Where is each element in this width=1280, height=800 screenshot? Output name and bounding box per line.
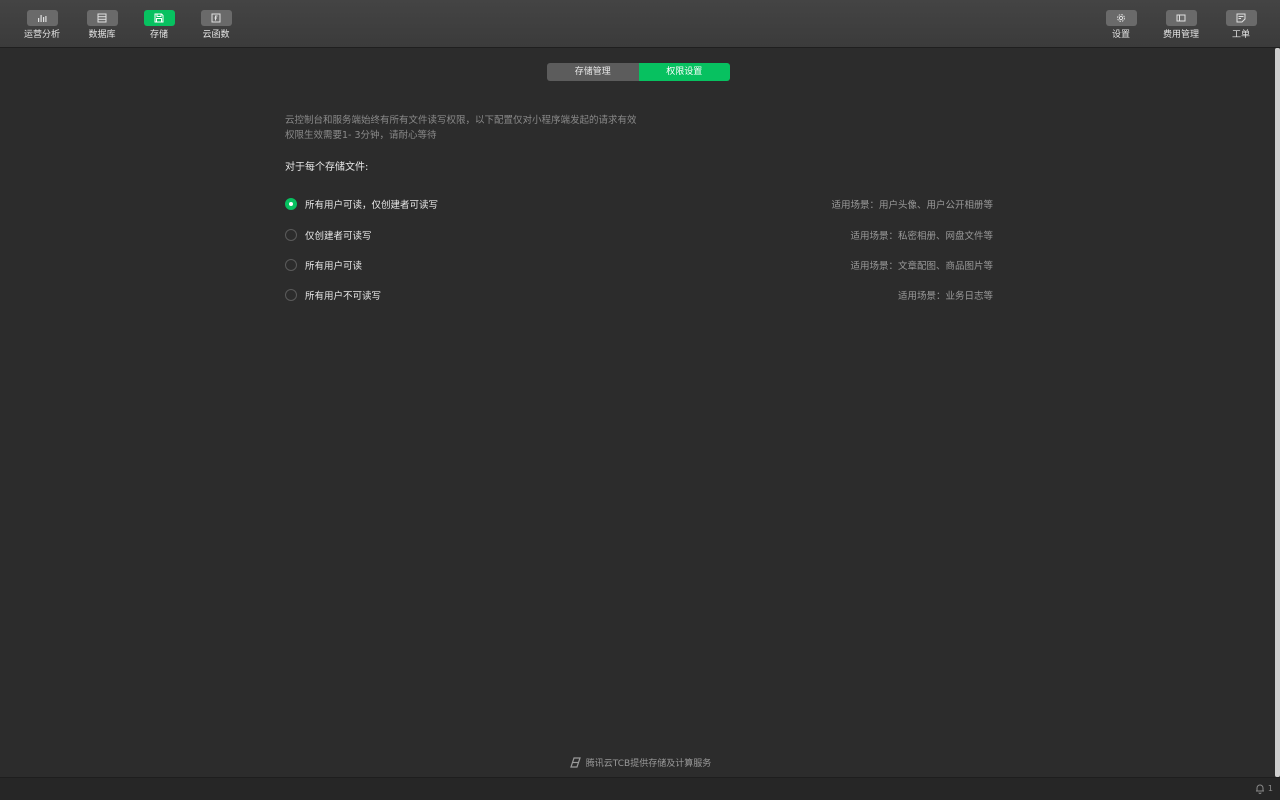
permission-description: 云控制台和服务端始终有所有文件读写权限，以下配置仅对小程序端发起的请求有效 权限… (285, 113, 637, 143)
ticket-icon (1225, 10, 1257, 26)
description-line-1: 云控制台和服务端始终有所有文件读写权限，以下配置仅对小程序端发起的请求有效 (285, 115, 637, 126)
toolbar: 运营分析 数据库 存储 云函数 设置 费用管理 工单 (0, 0, 1280, 48)
footer-text: 腾讯云TCB提供存储及计算服务 (585, 758, 712, 769)
description-line-2: 权限生效需要1- 3分钟，请耐心等待 (285, 130, 437, 141)
gear-icon (1105, 10, 1137, 26)
option-hint: 适用场景：私密相册、网盘文件等 (850, 231, 993, 242)
permission-option-no-access[interactable]: 所有用户不可读写 适用场景：业务日志等 (285, 287, 993, 303)
toolbar-database-label: 数据库 (88, 30, 116, 40)
permission-option-creator-only[interactable]: 仅创建者可读写 适用场景：私密相册、网盘文件等 (285, 227, 993, 243)
wallet-icon (1165, 10, 1197, 26)
database-icon (86, 10, 118, 26)
toolbar-storage-button[interactable]: 存储 (139, 10, 179, 41)
toolbar-database-button[interactable]: 数据库 (82, 10, 122, 41)
toolbar-ticket-button[interactable]: 工单 (1221, 10, 1261, 41)
scrollbar-thumb[interactable] (1275, 48, 1280, 777)
toolbar-cloudfn-button[interactable]: 云函数 (196, 10, 236, 41)
bell-icon (1255, 784, 1264, 794)
toolbar-cloudfn-label: 云函数 (202, 30, 230, 40)
toolbar-analytics-button[interactable]: 运营分析 (22, 10, 62, 41)
toolbar-billing-button[interactable]: 费用管理 (1161, 10, 1201, 41)
bar-chart-icon (26, 10, 58, 26)
radio-button[interactable] (285, 289, 297, 301)
option-hint: 适用场景：业务日志等 (897, 291, 993, 302)
tencent-cloud-icon (569, 756, 581, 768)
permission-option-all-read[interactable]: 所有用户可读 适用场景：文章配图、商品图片等 (285, 257, 993, 273)
toolbar-storage-label: 存储 (149, 30, 168, 40)
tab-storage-management[interactable]: 存储管理 (547, 63, 639, 81)
option-hint: 适用场景：文章配图、商品图片等 (850, 261, 993, 272)
section-title: 对于每个存储文件: (285, 162, 369, 173)
radio-button[interactable] (285, 259, 297, 271)
storage-tabs: 存储管理 权限设置 (547, 63, 730, 81)
option-label: 所有用户可读，仅创建者可读写 (305, 200, 439, 211)
footer: 腾讯云TCB提供存储及计算服务 (0, 754, 1280, 770)
toolbar-settings-button[interactable]: 设置 (1101, 10, 1141, 41)
function-icon (200, 10, 232, 26)
toolbar-ticket-label: 工单 (1231, 30, 1250, 40)
toolbar-settings-label: 设置 (1111, 30, 1130, 40)
notification-button[interactable]: 1 (1255, 783, 1273, 794)
radio-button[interactable] (285, 229, 297, 241)
status-bar: 1 (0, 777, 1280, 800)
option-hint: 适用场景：用户头像、用户公开相册等 (831, 200, 993, 211)
option-label: 所有用户可读 (305, 261, 363, 272)
notification-count: 1 (1267, 784, 1273, 793)
toolbar-analytics-label: 运营分析 (23, 30, 60, 40)
save-icon (143, 10, 175, 26)
toolbar-billing-label: 费用管理 (1162, 30, 1199, 40)
scrollbar[interactable] (1275, 48, 1280, 777)
option-label: 仅创建者可读写 (305, 231, 372, 242)
tab-permission-settings[interactable]: 权限设置 (638, 63, 730, 81)
option-label: 所有用户不可读写 (305, 291, 382, 302)
permission-option-public-read[interactable]: 所有用户可读，仅创建者可读写 适用场景：用户头像、用户公开相册等 (285, 196, 993, 212)
radio-button[interactable] (285, 198, 297, 210)
